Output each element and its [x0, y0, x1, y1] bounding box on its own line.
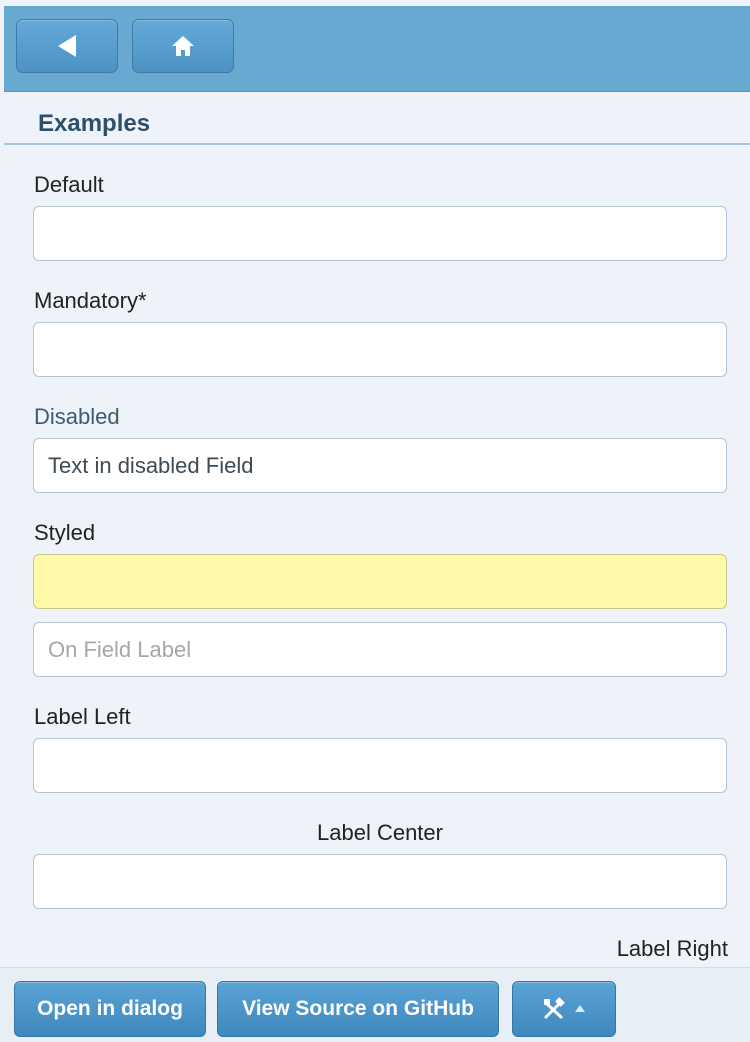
- section-title: Examples: [38, 110, 151, 137]
- section-divider: [4, 143, 750, 145]
- label-left-label: Label Left: [34, 704, 131, 729]
- footer-toolbar: Open in dialog View Source on GitHub: [0, 967, 750, 1042]
- tools-menu-button[interactable]: [512, 981, 616, 1037]
- open-in-dialog-label: Open in dialog: [37, 997, 183, 1020]
- default-input[interactable]: [33, 206, 727, 261]
- open-in-dialog-button[interactable]: Open in dialog: [14, 981, 206, 1037]
- label-left-input[interactable]: [33, 738, 727, 793]
- header-bar: [4, 6, 750, 92]
- back-button[interactable]: [16, 19, 118, 73]
- home-icon: [172, 36, 194, 56]
- view-source-github-label: View Source on GitHub: [242, 997, 474, 1020]
- styled-label: Styled: [34, 520, 96, 545]
- caret-up-icon: [575, 1005, 585, 1012]
- disabled-label: Disabled: [34, 404, 120, 429]
- tools-icon: [544, 997, 565, 1019]
- back-arrow-icon: [58, 35, 76, 57]
- label-center-input[interactable]: [33, 854, 727, 909]
- disabled-input: [33, 438, 727, 493]
- label-center-label: Label Center: [317, 820, 443, 845]
- label-right-label: Label Right: [616, 936, 728, 961]
- styled-input[interactable]: [33, 554, 727, 609]
- mandatory-label: Mandatory*: [34, 288, 147, 313]
- view-source-github-button[interactable]: View Source on GitHub: [217, 981, 499, 1037]
- home-button[interactable]: [132, 19, 234, 73]
- default-label: Default: [34, 172, 104, 197]
- mandatory-input[interactable]: [33, 322, 727, 377]
- on-field-label-input[interactable]: [33, 622, 727, 677]
